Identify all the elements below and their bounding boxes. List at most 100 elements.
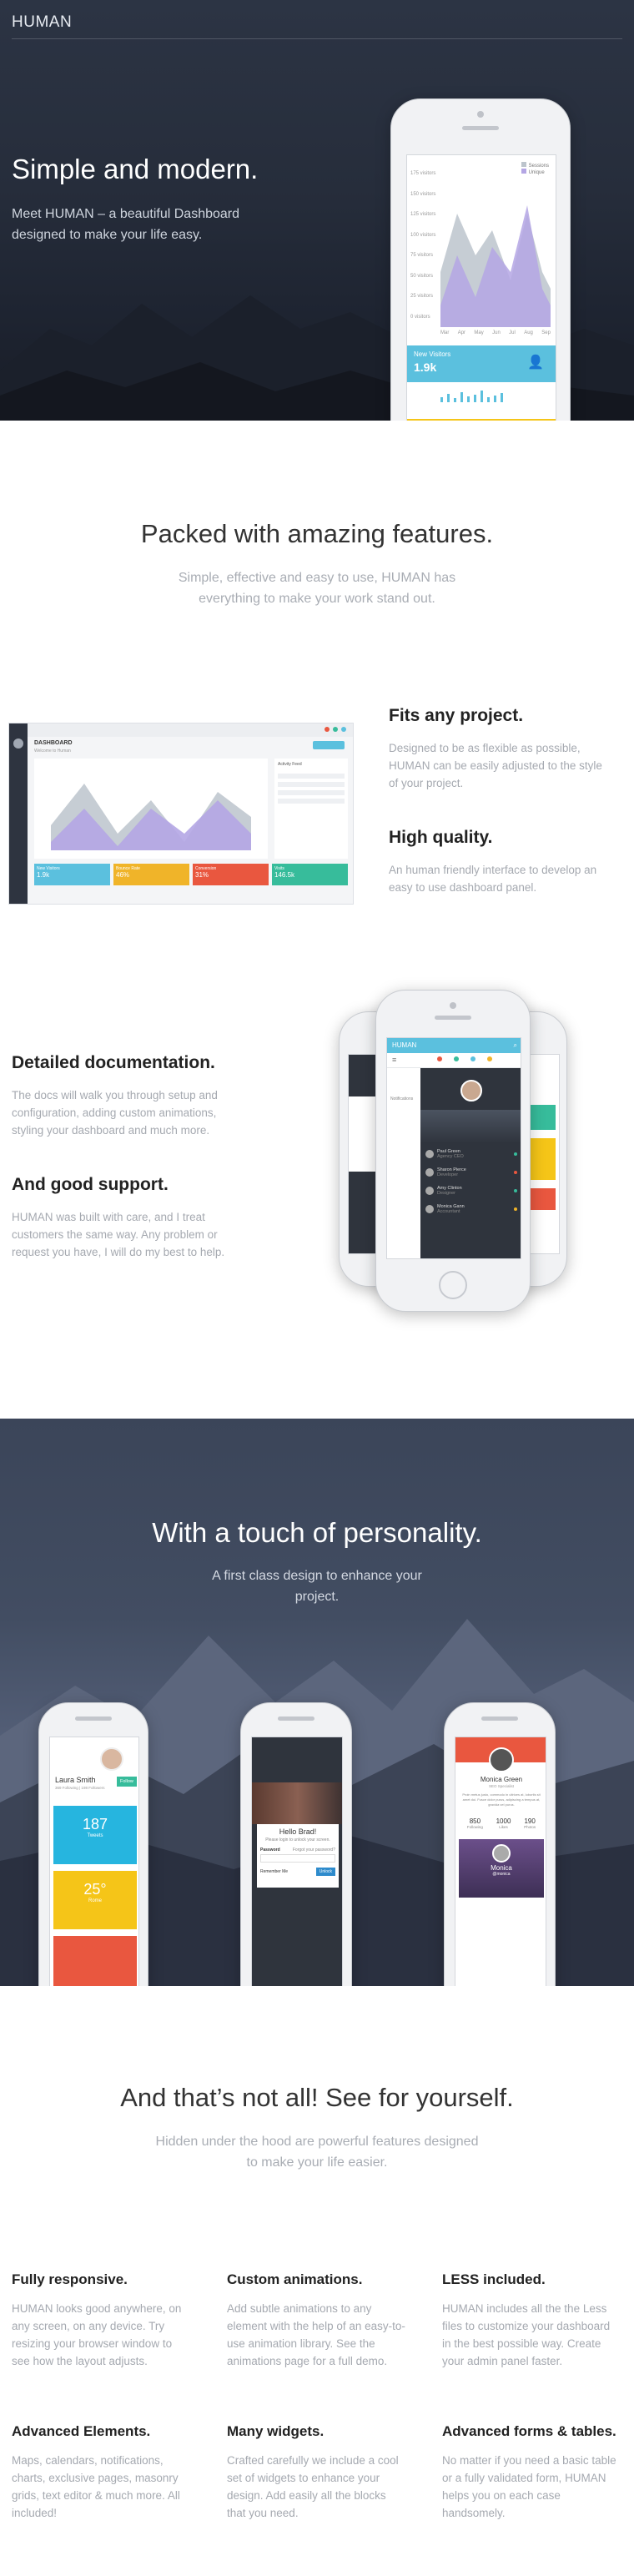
profile-card-phone: Monica Green SEO Specialist Proin metus … [444,1702,556,1986]
lock-phone: Hello Brad! Please login to unlock your … [240,1702,352,1986]
contact-list: Paul Green Agency CEO Sharon Pierce Develo… [420,1143,521,1220]
stat-card: Visits 146.5k [272,864,348,885]
lock-photo [252,1782,342,1824]
profile-bio: Proin metus justo, commodo in ultrices a… [462,1792,541,1807]
activity-feed: Activity Feed [274,759,348,859]
login-card: Hello Brad! Please login to unlock your … [257,1824,339,1888]
grid-item-title: Fully responsive. [12,2271,128,2287]
features-title: Packed with amazing features. [140,519,494,548]
features-subtitle: Simple, effective and easy to use, HUMAN… [178,571,456,606]
avatar [489,1747,514,1772]
phone-speaker [435,1016,471,1020]
contact-item[interactable]: Sharon Pierce Developer [425,1163,517,1182]
grid-item-text: Add subtle animations to any element wit… [227,2302,405,2367]
unlock-button[interactable]: Unlock [315,1868,335,1876]
more-subtitle: Hidden under the hood are powerful featu… [155,2135,479,2170]
grid-item-text: HUMAN looks good anywhere, on any screen… [12,2302,182,2367]
phone-screen: Hello Brad! Please login to unlock your … [251,1737,343,1986]
brand-label: HUMAN [392,1041,417,1049]
yellow-card [407,419,556,421]
brand-logo[interactable]: HUMAN [12,13,72,32]
more-title: And that’s not all! See for yourself. [120,2083,514,2112]
home-button [439,1271,467,1299]
chart-legend: Sessions Unique [521,162,549,175]
profile-stats: 850 Following 1000 Likes 190 Photos [466,1817,536,1829]
phone-screen: Sessions Unique 175 visitors 150 visitors… [406,154,556,421]
feature-text: HUMAN was built with care, and I treat c… [12,1211,225,1258]
phone-speaker [278,1716,314,1721]
profile-role: SEO Specialist [488,1784,514,1788]
contact-item[interactable]: Paul Green Agency CEO [425,1145,517,1163]
grid-item-title: Custom animations. [227,2271,363,2287]
app-header: HUMAN ⌕ [387,1038,521,1053]
grid-item-title: Many widgets. [227,2423,325,2439]
stat-card: New Visitors 1.9k [34,864,110,885]
profile-name: Monica Green [480,1776,523,1783]
side-panel: Notifications [387,1068,420,1258]
side-label: Notifications [390,1096,414,1101]
grid-item-title: Advanced forms & tables. [442,2423,616,2439]
grid-item-title: Advanced Elements. [12,2423,151,2439]
tweets-tile: 187 Tweets [53,1806,137,1864]
hero-title: Simple and modern. [12,154,259,184]
phone-speaker [481,1716,518,1721]
feature-text: An human friendly interface to develop a… [389,864,597,894]
mini-bar-chart [440,391,503,402]
feature-title: High quality. [389,828,493,847]
dash-title: DASHBOARD [34,740,73,746]
phone-speaker [462,126,499,130]
feature-title: Fits any project. [389,706,524,725]
weather-tile: 25° Rome [53,1871,137,1929]
feature-text: Designed to be as flexible as possible, … [389,742,602,789]
profile-card: Monica @monica [459,1839,544,1898]
phone-screen: Monica Green SEO Specialist Proin metus … [455,1737,546,1986]
password-input[interactable] [260,1854,335,1863]
dash-sidebar [9,723,28,904]
avatar [460,1080,482,1101]
feature-title: Detailed documentation. [12,1053,215,1072]
chart-x-axis: Mar Apr May Jun Jul Aug Sep [440,330,551,335]
dash-stat-row: New Visitors 1.9k Bounce Rate 46% Conversi… [34,864,348,885]
feature-text: The docs will walk you through setup and… [12,1089,218,1137]
profile-meta: 369 Following | 198 Followers [55,1786,105,1790]
search-icon[interactable]: ⌕ [514,1041,517,1050]
personality-title: With a touch of personality. [152,1517,482,1548]
grid-item-text: No matter if you need a basic table or a… [442,2454,616,2519]
add-user-icon: 👤 [527,355,544,370]
personality-subtitle: A first class design to enhance your pro… [212,1569,422,1604]
grid-item-title: LESS included. [442,2271,546,2287]
phone-screen: HUMAN ⌕ ≡ Notifications Paul Green Agency… [386,1037,521,1259]
new-visitors-card: New Visitors 1.9k 👤 [407,345,556,382]
dashboard-screenshot: DASHBOARD Welcome to Human Activity Feed… [8,723,354,905]
profile-phone: Laura Smith 369 Following | 198 Follower… [38,1702,148,1986]
phone-camera [450,1002,456,1009]
follow-button[interactable]: Follow [117,1777,137,1787]
personality-section: With a touch of personality. A first cla… [0,1419,634,1986]
hero-subtitle: Meet HUMAN – a beautiful Dashboard desig… [12,207,240,242]
phone-screen: Laura Smith 369 Following | 198 Follower… [49,1737,139,1986]
hero-phone: Sessions Unique 175 visitors 150 visitors… [390,98,571,421]
grid-item-text: HUMAN includes all the the Less files to… [442,2302,611,2367]
dash-area-chart [51,784,251,850]
stat-card: Conversion 31% [193,864,269,885]
phone-camera [477,111,484,118]
header-divider [12,38,622,39]
contact-item[interactable]: Monica Gann Accountant [425,1200,517,1218]
dash-topbar [9,723,353,737]
stat-card: Bounce Rate 46% [113,864,189,885]
dash-action-button[interactable] [313,741,345,749]
dash-subtitle: Welcome to Human [34,749,71,754]
contact-item[interactable]: Amy Clinton Designer [425,1182,517,1200]
support-phone: HUMAN ⌕ ≡ Notifications Paul Green Agency… [375,990,531,1312]
contacts-panel: Paul Green Agency CEO Sharon Pierce Develo… [420,1068,521,1258]
menu-icon[interactable]: ≡ [392,1056,396,1064]
avatar [100,1747,123,1771]
phone-speaker [75,1716,112,1721]
hero-area-chart [440,205,551,327]
grid-item-text: Crafted carefully we include a cool set … [227,2454,399,2519]
profile-name: Laura Smith [55,1776,96,1784]
chart-y-axis: 175 visitors 150 visitors 125 visitors 100 … [410,171,436,320]
feature-title: And good support. [12,1175,169,1194]
red-tile [53,1936,137,1986]
hero-section: HUMAN Simple and modern. Meet HUMAN – a … [0,0,634,421]
